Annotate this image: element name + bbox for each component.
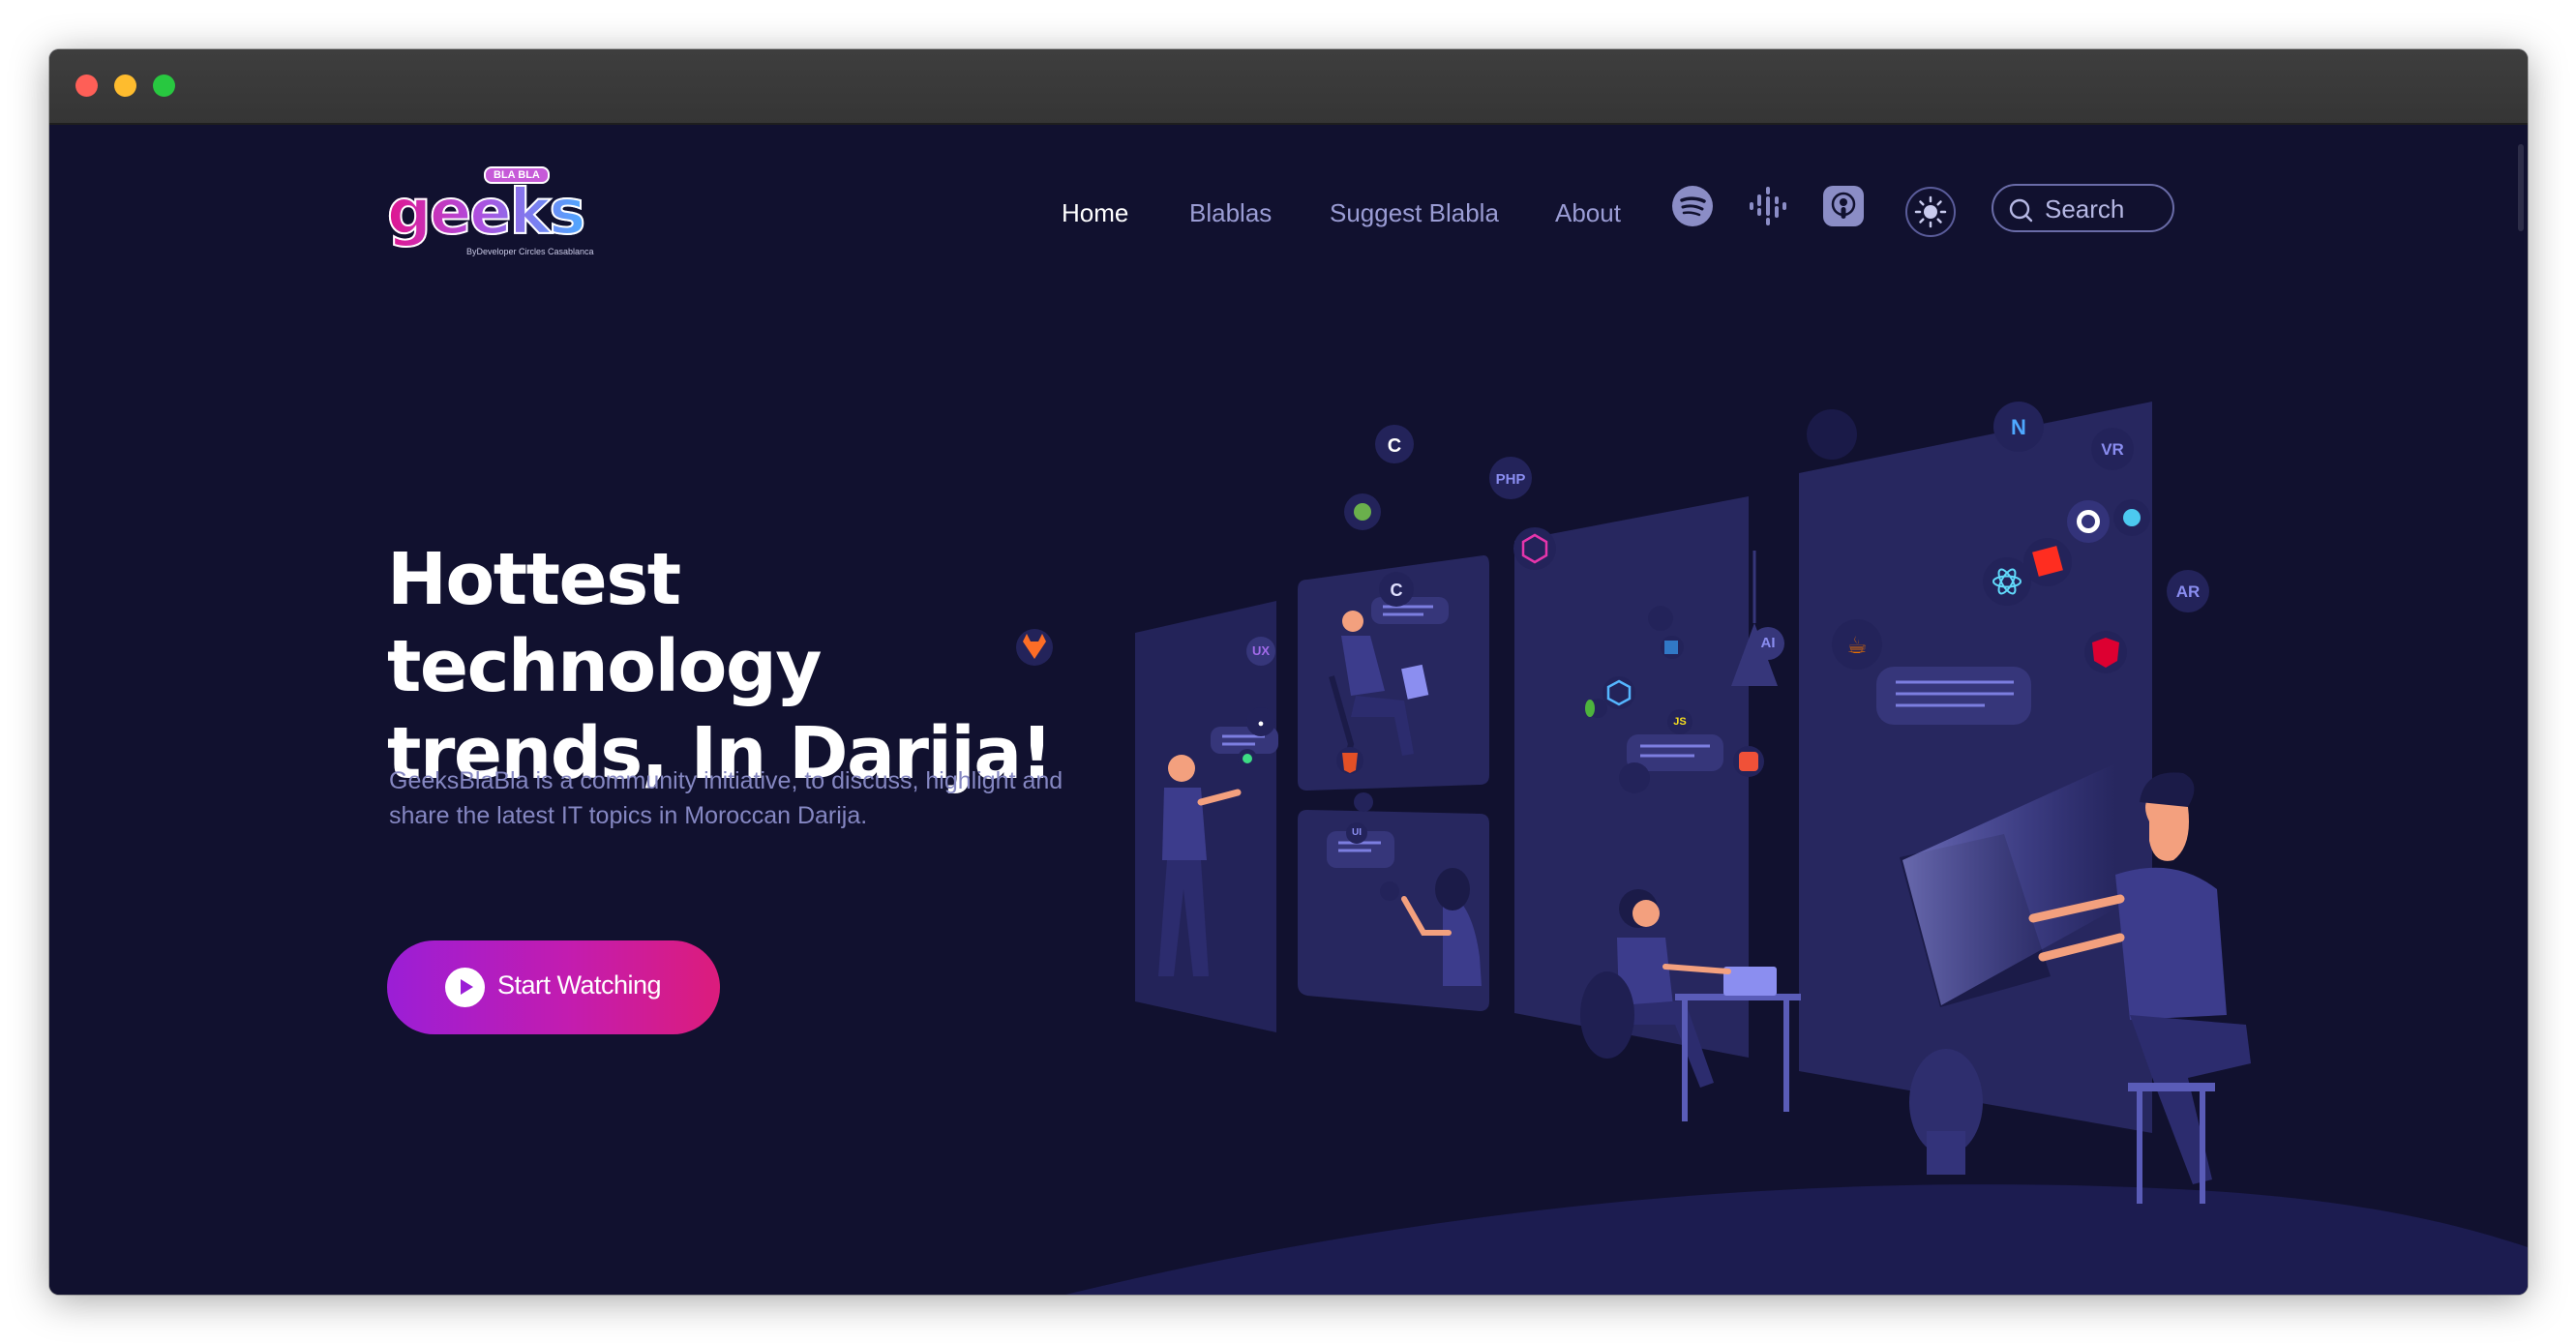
svg-text:●: ● — [1258, 718, 1265, 730]
svg-text:C: C — [1388, 435, 1401, 457]
browser-titlebar — [49, 49, 2528, 125]
svg-text:N: N — [2011, 415, 2026, 439]
minimize-window-button[interactable] — [114, 75, 136, 97]
svg-text:C: C — [1391, 581, 1403, 600]
browser-window: geeks BLA BLA ByDeveloper Circles Casabl… — [49, 49, 2528, 1295]
hero-illustration: C PHP C ☕ N VR AR ● — [1016, 402, 2251, 1204]
badge-js: JS — [1667, 709, 1692, 734]
svg-text:☕: ☕ — [1846, 632, 1868, 659]
badge-ai: AI — [1752, 627, 1784, 660]
svg-text:VR: VR — [2101, 440, 2124, 459]
svg-text:AR: AR — [2176, 582, 2201, 601]
close-window-button[interactable] — [75, 75, 98, 97]
svg-text:PHP: PHP — [1496, 471, 1526, 488]
badge-ui: UI — [1346, 822, 1367, 844]
badge-ux: UX — [1246, 637, 1275, 666]
zoom-window-button[interactable] — [153, 75, 175, 97]
page-content: geeks BLA BLA ByDeveloper Circles Casabl… — [49, 125, 2528, 1295]
